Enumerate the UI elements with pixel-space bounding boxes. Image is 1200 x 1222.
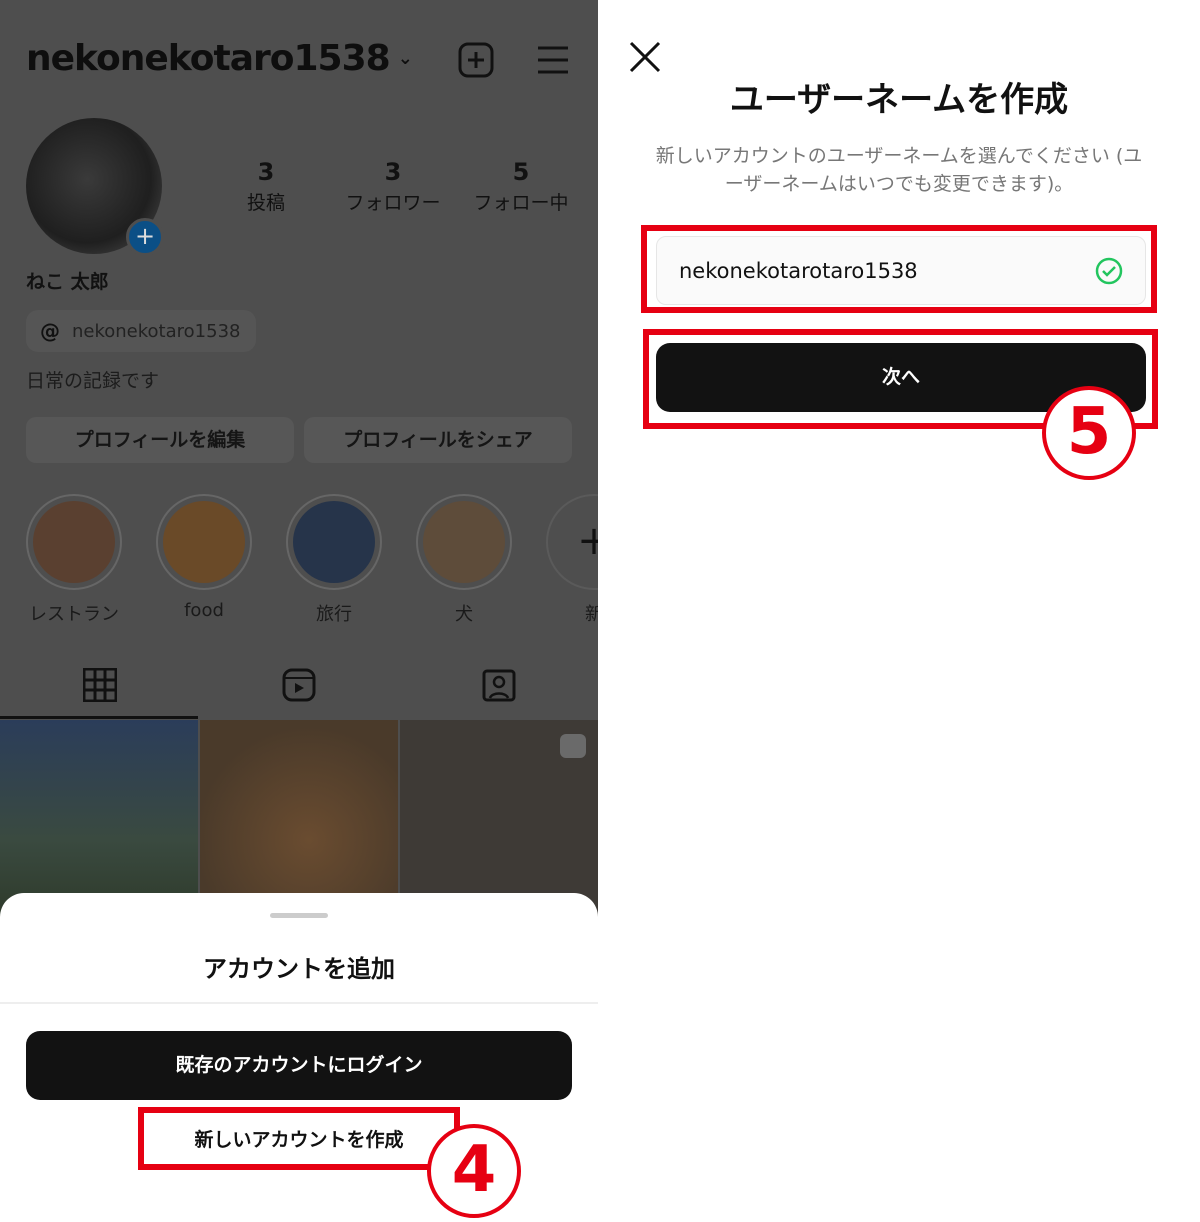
page-title: ユーザーネームを作成 [729, 80, 1069, 120]
chevron-down-icon: ⌄ [397, 48, 413, 69]
username-text: nekonekotaro1538 [26, 38, 391, 79]
username-input[interactable]: nekonekotarotaro1538 [656, 236, 1146, 305]
highlight-label: 犬 [455, 604, 473, 625]
add-story-icon[interactable]: + [126, 218, 164, 256]
add-account-sheet: アカウントを追加 既存のアカウントにログイン 新しいアカウントを作成 4 [0, 893, 598, 1222]
divider [0, 1002, 598, 1004]
post-thumbnail[interactable] [200, 720, 398, 920]
stat-value: 3 [257, 158, 275, 186]
share-profile-button[interactable]: プロフィールをシェア [304, 417, 572, 463]
close-icon[interactable] [628, 40, 662, 74]
check-circle-icon [1095, 257, 1123, 284]
highlight-label: 新 [585, 604, 598, 625]
threads-handle: nekonekotaro1538 [72, 320, 241, 342]
threads-icon: @ [40, 319, 60, 343]
stat-followers[interactable]: 3 フォロワー [328, 158, 458, 215]
grid-icon[interactable] [83, 668, 117, 702]
step-number-badge: 4 [427, 1124, 521, 1218]
display-name: ねこ 太郎 [26, 271, 109, 293]
create-account-link[interactable]: 新しいアカウントを作成 [138, 1125, 460, 1152]
highlight-label: 旅行 [316, 604, 352, 625]
sheet-title: アカウントを追加 [203, 955, 395, 983]
create-username-screen: ユーザーネームを作成 新しいアカウントのユーザーネームを選んでください (ユーザ… [598, 0, 1200, 1222]
highlight-item[interactable]: food [154, 494, 254, 621]
username-value: nekonekotarotaro1538 [679, 258, 918, 283]
description: 新しいアカウントのユーザーネームを選んでください (ユーザーネームはいつでも変更… [655, 145, 1143, 195]
tagged-icon[interactable] [482, 668, 516, 702]
reel-badge-icon [560, 734, 586, 758]
threads-badge[interactable]: @ nekonekotaro1538 [26, 310, 256, 352]
highlight-item[interactable]: 旅行 [284, 494, 384, 626]
stat-label: フォロワー [345, 192, 441, 214]
profile-screen-dimmed: nekonekotaro1538 ⌄ + 3 投稿 3 フォロワー 5 フォロー中 ねこ… [0, 0, 598, 1222]
new-highlight[interactable]: + 新 [544, 494, 598, 626]
active-tab-indicator [0, 716, 198, 719]
stat-value: 5 [512, 158, 530, 186]
login-existing-button[interactable]: 既存のアカウントにログイン [26, 1031, 572, 1100]
stat-label: フォロー中 [473, 192, 569, 214]
stat-value: 3 [384, 158, 402, 186]
edit-profile-button[interactable]: プロフィールを編集 [26, 417, 294, 463]
stat-label: 投稿 [246, 192, 285, 214]
stat-following[interactable]: 5 フォロー中 [456, 158, 586, 215]
step-number-badge: 5 [1042, 386, 1136, 480]
sheet-handle[interactable] [270, 913, 328, 918]
highlight-label: food [184, 600, 224, 621]
post-thumbnail[interactable] [400, 720, 598, 920]
post-thumbnail[interactable] [0, 720, 198, 920]
stat-posts[interactable]: 3 投稿 [201, 158, 331, 215]
highlight-item[interactable]: レストラン [24, 494, 124, 626]
reels-icon[interactable] [282, 668, 316, 702]
new-post-icon[interactable] [458, 42, 494, 78]
highlight-label: レストラン [29, 604, 119, 625]
bio: 日常の記録です [26, 370, 160, 392]
menu-icon[interactable] [536, 44, 570, 76]
highlight-item[interactable]: 犬 [414, 494, 514, 626]
profile-username[interactable]: nekonekotaro1538 ⌄ [26, 38, 413, 79]
